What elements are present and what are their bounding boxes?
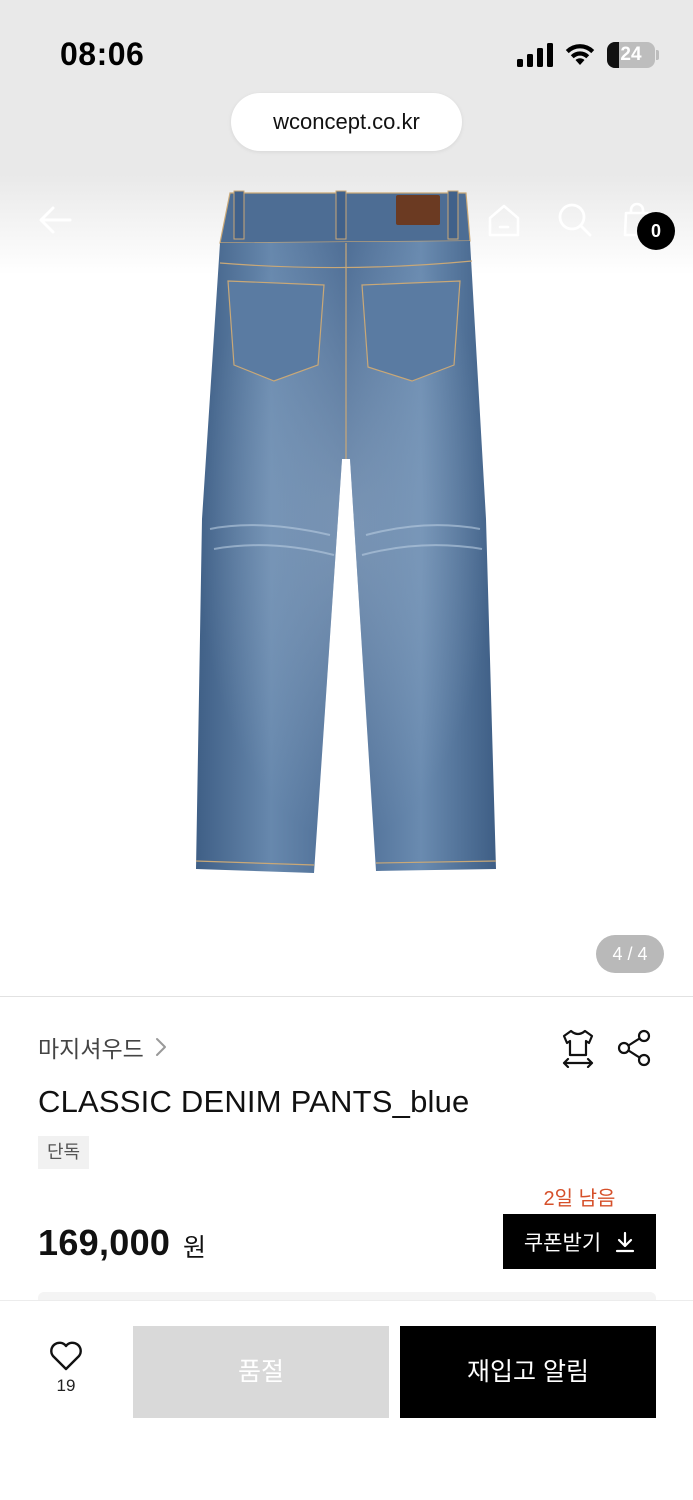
search-button[interactable] <box>552 197 598 243</box>
url-bar[interactable]: wconcept.co.kr <box>231 93 462 151</box>
wifi-icon <box>565 44 595 65</box>
status-time: 08:06 <box>60 36 145 72</box>
download-icon <box>616 1231 635 1252</box>
status-bar: 08:06 24 wconcept.co.kr <box>0 0 693 175</box>
home-button[interactable] <box>481 197 527 243</box>
price-unit: 원 <box>183 1234 207 1262</box>
restock-alert-button[interactable]: 재입고 알림 <box>400 1326 656 1418</box>
product-price: 169,000 <box>38 1222 171 1263</box>
home-icon <box>488 204 520 237</box>
share-button[interactable] <box>614 1028 654 1068</box>
cart-count-badge: 0 <box>637 212 675 250</box>
cellular-signal-icon <box>517 43 553 67</box>
battery-indicator: 24 <box>607 42 655 68</box>
brand-link[interactable]: 마지셔우드 <box>38 1030 168 1064</box>
wishlist-button[interactable]: 19 <box>40 1340 92 1396</box>
divider <box>0 996 693 997</box>
next-section-peek <box>38 1292 656 1300</box>
brand-name: 마지셔우드 <box>38 1036 144 1062</box>
heart-icon <box>50 1341 82 1371</box>
product-image-gallery[interactable]: 0 4 / 4 <box>0 175 693 997</box>
product-image <box>195 190 497 873</box>
battery-tip <box>656 50 659 60</box>
coupon-button-label: 쿠폰받기 <box>523 1231 602 1255</box>
share-icon <box>617 1029 651 1067</box>
exclusive-tag: 단독 <box>38 1136 90 1169</box>
coupon-days-left: 2일 남음 <box>543 1188 616 1210</box>
product-title: CLASSIC DENIM PANTS_blue <box>38 1084 470 1119</box>
image-counter: 4 / 4 <box>596 935 664 973</box>
back-button[interactable] <box>32 197 78 243</box>
size-guide-button[interactable] <box>558 1028 598 1068</box>
arrow-left-icon <box>39 206 72 234</box>
coupon-download-button[interactable]: 쿠폰받기 <box>503 1214 656 1269</box>
chevron-right-icon <box>155 1038 166 1056</box>
search-icon <box>558 203 592 237</box>
wish-count: 19 <box>56 1376 76 1395</box>
soldout-button[interactable]: 품절 <box>133 1326 389 1418</box>
shirt-size-icon <box>562 1029 594 1068</box>
battery-level: 24 <box>620 44 642 65</box>
